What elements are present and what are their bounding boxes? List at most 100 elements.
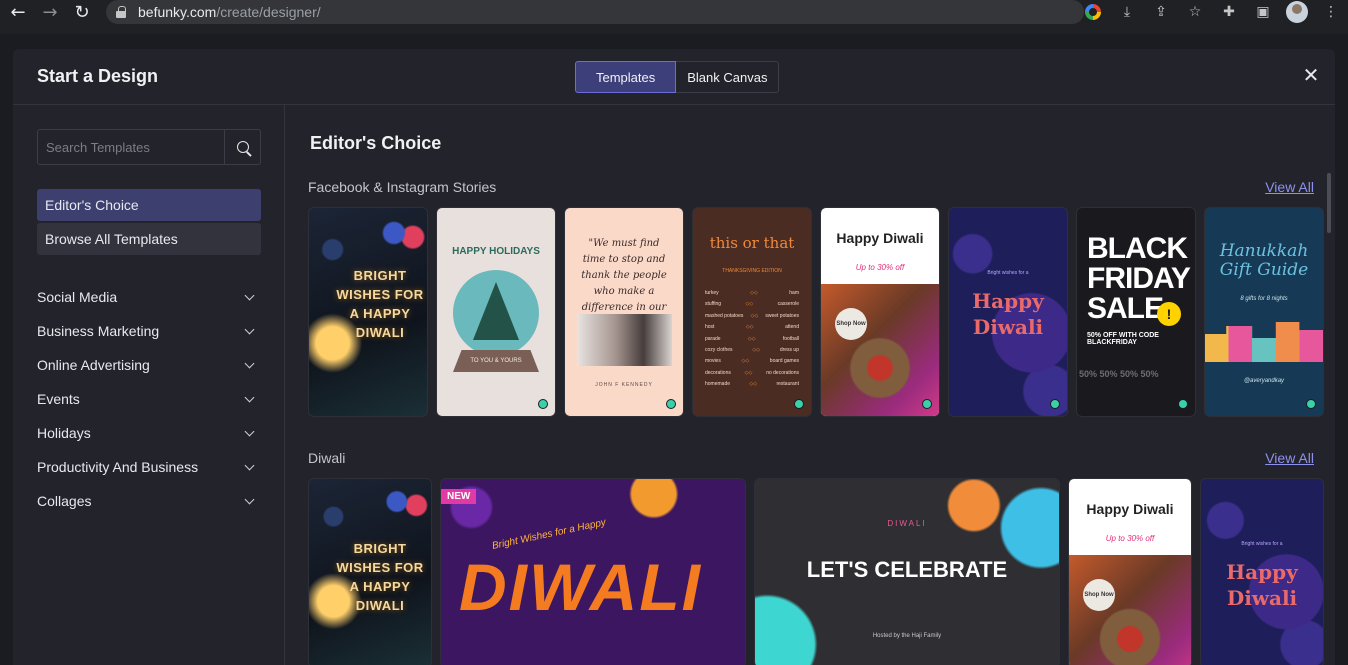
template-card[interactable]: Bright wishes for a Happy Diwali (1200, 478, 1324, 665)
shop-now-badge: Shop Now (835, 308, 867, 340)
template-subtext: Bright wishes for a (987, 270, 1029, 276)
template-text: Happy Diwali (1086, 501, 1174, 517)
download-icon[interactable]: ⤓ (1110, 0, 1144, 24)
category-online-advertising[interactable]: Online Advertising (37, 353, 261, 377)
tree-image (473, 282, 519, 340)
share-icon[interactable]: ⇪ (1144, 0, 1178, 24)
close-icon[interactable]: ✕ (1299, 63, 1323, 87)
exclamation-icon: ! (1157, 302, 1181, 326)
page-title: Editor's Choice (310, 133, 442, 153)
template-text: Happy Diwali (1226, 560, 1298, 610)
diwali-photo-image (821, 284, 939, 416)
template-tag: Hosted by the Haji Family (872, 633, 942, 639)
category-social-media[interactable]: Social Media (37, 285, 261, 309)
modal-header: Start a Design Templates Blank Canvas ✕ (13, 49, 1335, 105)
profile-avatar[interactable] (1280, 0, 1314, 24)
premium-badge-icon (1050, 399, 1060, 409)
chevron-down-icon (244, 358, 255, 368)
template-card[interactable]: NEW Bright Wishes for a Happy DIWALI (440, 478, 746, 665)
category-business-marketing[interactable]: Business Marketing (37, 319, 261, 343)
section-label: Diwali (308, 450, 346, 466)
premium-badge-icon (1178, 399, 1188, 409)
template-subtext: 8 gifts for 8 nights (1240, 296, 1288, 302)
template-card[interactable]: BRIGHT WISHES FOR A HAPPY DIWALI (308, 207, 428, 417)
template-text: Happy Diwali (836, 230, 924, 246)
sidebar-item-editors-choice[interactable]: Editor's Choice (37, 189, 261, 221)
premium-badge-icon (1306, 399, 1316, 409)
template-card[interactable]: Bright wishes for a Happy Diwali (948, 207, 1068, 417)
template-tag: @averyandkay (1243, 378, 1285, 384)
template-card[interactable]: Happy Diwali Up to 30% off Shop Now (820, 207, 940, 417)
chevron-down-icon (244, 324, 255, 334)
category-collages[interactable]: Collages (37, 489, 261, 513)
search-icon (236, 141, 249, 153)
template-text: this or that (709, 234, 795, 252)
template-card[interactable]: BLACK FRIDAY SALE ! 50% OFF WITH CODE BL… (1076, 207, 1196, 417)
premium-badge-icon (666, 399, 676, 409)
back-arrow-icon[interactable]: ← (4, 0, 32, 24)
search-button[interactable] (224, 130, 260, 164)
premium-badge-icon (794, 399, 804, 409)
template-card[interactable]: this or that THANKSGIVING EDITION turkey… (692, 207, 812, 417)
this-or-that-list: turkey ◇◇ ham stuffing ◇◇ casserole mashed p… (705, 290, 799, 388)
browser-toolbar: ← → ↻ befunky.com/create/designer/ ⤓ ⇪ ☆… (0, 0, 1348, 34)
url-host: befunky.com (138, 4, 217, 20)
template-text: BRIGHT WISHES FOR A HAPPY DIWALI (336, 268, 424, 340)
forward-arrow-icon[interactable]: → (36, 0, 64, 24)
google-icon[interactable] (1076, 0, 1110, 24)
sidebar-icon[interactable]: ▣ (1246, 0, 1280, 24)
view-all-link[interactable]: View All (1265, 179, 1314, 195)
template-subtext: 50% OFF WITH CODE BLACKFRIDAY (1087, 332, 1159, 346)
category-label: Events (37, 391, 80, 407)
premium-badge-icon (538, 399, 548, 409)
lock-icon[interactable] (116, 6, 126, 18)
template-subtext: JOHN F KENNEDY (595, 382, 653, 388)
extensions-icon[interactable]: ✚ (1212, 0, 1246, 24)
diwali-photo-image (1069, 555, 1191, 665)
category-label: Holidays (37, 425, 91, 441)
address-bar[interactable]: befunky.com/create/designer/ (106, 0, 1084, 24)
template-card[interactable]: BRIGHT WISHES FOR A HAPPY DIWALI (308, 478, 432, 665)
sidebar: Editor's Choice Browse All Templates Soc… (13, 105, 285, 665)
section-label: Facebook & Instagram Stories (308, 179, 497, 195)
gifts-image (1205, 322, 1323, 362)
template-subtext: Bright Wishes for a Happy (491, 517, 607, 552)
template-gallery: Editor's Choice Facebook & Instagram Sto… (286, 105, 1335, 665)
category-label: Online Advertising (37, 357, 150, 373)
template-card[interactable]: HAPPY HOLIDAYS TO YOU & YOURS (436, 207, 556, 417)
template-subtext: Up to 30% off (1105, 534, 1155, 543)
template-card[interactable]: Happy Diwali Up to 30% off Shop Now (1068, 478, 1192, 665)
url-path: /create/designer/ (216, 4, 321, 20)
sidebar-item-browse-all[interactable]: Browse All Templates (37, 223, 261, 255)
tab-templates[interactable]: Templates (575, 61, 677, 93)
photo-image (577, 314, 672, 366)
tab-blank-canvas[interactable]: Blank Canvas (676, 61, 780, 93)
category-label: Collages (37, 493, 92, 509)
menu-icon[interactable]: ⋮ (1314, 0, 1348, 24)
design-type-toggle: Templates Blank Canvas (575, 61, 780, 93)
template-card[interactable]: Hanukkah Gift Guide 8 gifts for 8 nights… (1204, 207, 1324, 417)
chevron-down-icon (244, 494, 255, 504)
category-label: Social Media (37, 289, 118, 305)
category-holidays[interactable]: Holidays (37, 421, 261, 445)
template-text: Happy Diwali (972, 289, 1044, 339)
scrollbar[interactable] (1327, 173, 1331, 233)
template-text: HAPPY HOLIDAYS (452, 246, 540, 257)
view-all-link[interactable]: View All (1265, 450, 1314, 466)
chevron-down-icon (244, 426, 255, 436)
chevron-down-icon (244, 290, 255, 300)
template-subtext: DIWALI (887, 519, 927, 528)
template-card[interactable]: DIWALI LET'S CELEBRATE Hosted by the Haj… (754, 478, 1060, 665)
reload-icon[interactable]: ↻ (68, 0, 96, 24)
template-subtext: THANKSGIVING EDITION (722, 268, 782, 274)
globe-base: TO YOU & YOURS (453, 350, 539, 372)
category-productivity-business[interactable]: Productivity And Business (37, 455, 261, 479)
template-card[interactable]: "We must find time to stop and thank the… (564, 207, 684, 417)
category-label: Productivity And Business (37, 459, 199, 475)
star-icon[interactable]: ☆ (1178, 0, 1212, 24)
template-subtext: Up to 30% off (855, 263, 905, 272)
template-subtext: Bright wishes for a (1241, 541, 1283, 547)
chevron-down-icon (244, 392, 255, 402)
search-input[interactable] (38, 130, 224, 164)
category-events[interactable]: Events (37, 387, 261, 411)
